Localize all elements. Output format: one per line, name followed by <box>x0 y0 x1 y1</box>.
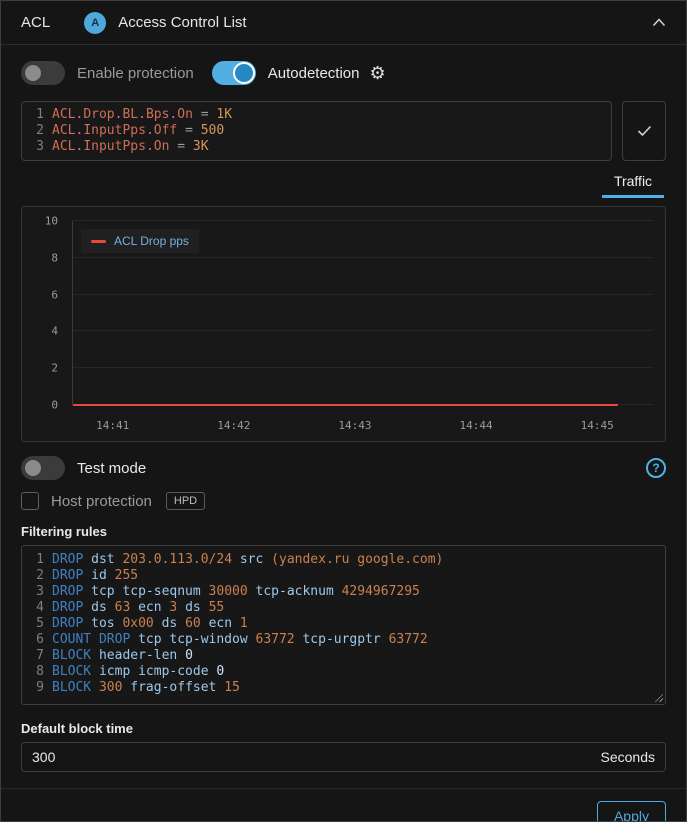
code-line: 9BLOCK 300 frag-offset 15 <box>30 680 657 696</box>
x-tick-label: 14:41 <box>96 419 129 432</box>
x-tick-label: 14:43 <box>338 419 371 432</box>
chevron-up-icon <box>652 18 666 27</box>
autodetection-label: Autodetection <box>268 65 360 82</box>
x-tick-label: 14:45 <box>581 419 614 432</box>
apply-button[interactable]: Apply <box>597 801 666 822</box>
legend-swatch <box>91 240 106 243</box>
code-line: 2ACL.InputPps.Off = 500 <box>30 123 603 139</box>
y-tick-label: 2 <box>51 362 58 375</box>
settings-editor[interactable]: 1ACL.Drop.BL.Bps.On = 1K2ACL.InputPps.Of… <box>21 101 612 161</box>
filtering-rules-label: Filtering rules <box>21 524 666 539</box>
code-line: 6COUNT DROP tcp tcp-window 63772 tcp-urg… <box>30 632 657 648</box>
panel-code: ACL <box>21 14 50 31</box>
test-mode-label: Test mode <box>77 460 146 477</box>
collapse-button[interactable] <box>652 18 666 27</box>
chart-tabs: Traffic <box>21 171 666 198</box>
enable-protection-label: Enable protection <box>77 65 194 82</box>
gear-icon[interactable]: ⚙ <box>370 64 386 82</box>
protection-toggles-row: Enable protection Autodetection ⚙ <box>21 61 666 85</box>
code-line: 8BLOCK icmp icmp-code 0 <box>30 664 657 680</box>
default-block-time-field: Seconds <box>21 742 666 772</box>
y-tick-label: 10 <box>45 215 58 228</box>
panel-body: Enable protection Autodetection ⚙ 1ACL.D… <box>1 45 686 772</box>
host-protection-checkbox[interactable] <box>21 492 39 510</box>
gridline <box>73 220 653 221</box>
toggle-knob <box>25 65 41 81</box>
panel-header: ACL A Access Control List <box>1 1 686 45</box>
x-tick-label: 14:44 <box>460 419 493 432</box>
settings-editor-row: 1ACL.Drop.BL.Bps.On = 1K2ACL.InputPps.Of… <box>21 101 666 161</box>
legend-label: ACL Drop pps <box>114 234 189 248</box>
code-line: 4DROP ds 63 ecn 3 ds 55 <box>30 600 657 616</box>
host-protection-row: Host protection HPD <box>21 492 666 510</box>
toggle-knob <box>25 460 41 476</box>
default-block-time-label: Default block time <box>21 721 666 736</box>
x-tick-label: 14:42 <box>217 419 250 432</box>
gridline <box>73 367 653 368</box>
chart-x-axis: 14:41 14:42 14:43 14:44 14:45 <box>72 419 653 433</box>
code-line: 3DROP tcp tcp-seqnum 30000 tcp-acknum 42… <box>30 584 657 600</box>
host-protection-label: Host protection <box>51 493 152 510</box>
gridline <box>73 294 653 295</box>
question-icon[interactable]: ? <box>646 458 666 478</box>
y-tick-label: 4 <box>51 325 58 338</box>
toggle-knob <box>233 62 255 84</box>
code-line: 1ACL.Drop.BL.Bps.On = 1K <box>30 107 603 123</box>
default-block-time-input[interactable] <box>32 749 601 765</box>
code-line: 1DROP dst 203.0.113.0/24 src (yandex.ru … <box>30 552 657 568</box>
traffic-chart: 0246810 ACL Drop pps 14:4114:4214:4314:4… <box>21 206 666 442</box>
filtering-rules-editor[interactable]: 1DROP dst 203.0.113.0/24 src (yandex.ru … <box>21 545 666 705</box>
hpd-badge: HPD <box>166 492 205 510</box>
chart-y-axis: 0246810 <box>22 221 66 405</box>
code-line: 7BLOCK header-len 0 <box>30 648 657 664</box>
panel-title: Access Control List <box>118 14 246 31</box>
acl-badge: A <box>84 12 106 34</box>
panel-footer: Apply <box>1 788 686 822</box>
y-tick-label: 8 <box>51 251 58 264</box>
series-line <box>73 404 618 406</box>
check-icon <box>637 125 652 137</box>
default-block-time-unit: Seconds <box>601 749 655 765</box>
y-tick-label: 0 <box>51 399 58 412</box>
y-tick-label: 6 <box>51 288 58 301</box>
autodetection-toggle[interactable] <box>212 61 256 85</box>
test-mode-row: Test mode ? <box>21 456 666 480</box>
code-line: 5DROP tos 0x00 ds 60 ecn 1 <box>30 616 657 632</box>
enable-protection-toggle[interactable] <box>21 61 65 85</box>
tab-traffic[interactable]: Traffic <box>602 171 664 198</box>
chart-legend[interactable]: ACL Drop pps <box>81 229 199 253</box>
code-line: 2DROP id 255 <box>30 568 657 584</box>
gridline <box>73 330 653 331</box>
gridline <box>73 257 653 258</box>
acl-panel: ACL A Access Control List Enable protect… <box>0 0 687 822</box>
chart-plot: ACL Drop pps <box>72 221 653 405</box>
confirm-settings-button[interactable] <box>622 101 666 161</box>
code-line: 3ACL.InputPps.On = 3K <box>30 139 603 155</box>
test-mode-toggle[interactable] <box>21 456 65 480</box>
